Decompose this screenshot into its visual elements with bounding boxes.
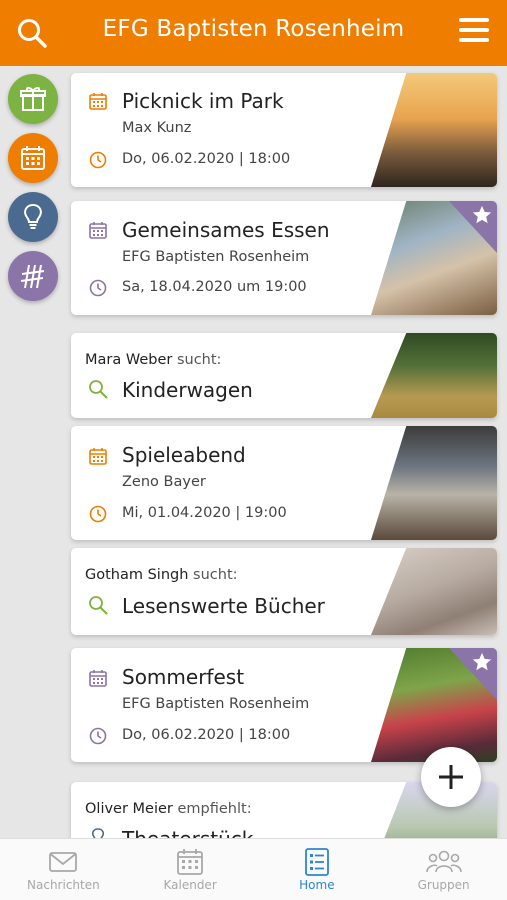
event-title: Sommerfest — [122, 665, 245, 689]
event-card[interactable]: Gemeinsames Essen EFG Baptisten Rosenhei… — [71, 201, 497, 315]
bottom-tab-bar: Nachrichten Kalender Home Gruppen — [0, 838, 507, 900]
event-card[interactable]: Picknick im Park Max Kunz Do, 06.02.2020… — [71, 73, 497, 187]
calendar-icon — [89, 670, 107, 687]
search-verb: sucht: — [176, 352, 222, 368]
clock-icon — [89, 151, 107, 169]
event-title: Gemeinsames Essen — [122, 218, 330, 242]
tab-gruppen[interactable]: Gruppen — [380, 839, 507, 900]
group-icon — [425, 850, 462, 873]
search-person: Gotham Singh sucht: — [85, 567, 238, 583]
plus-icon — [439, 765, 463, 789]
search-card[interactable]: Gotham Singh sucht: Lesenswerte Bücher — [71, 548, 497, 635]
app-header: EFG Baptisten Rosenheim — [0, 0, 507, 66]
star-icon — [472, 205, 492, 224]
event-card[interactable]: Sommerfest EFG Baptisten Rosenheim Do, 0… — [71, 648, 497, 762]
search-verb: sucht: — [193, 567, 238, 583]
search-icon — [89, 380, 108, 399]
search-image — [371, 548, 497, 635]
tab-home[interactable]: Home — [254, 839, 381, 900]
search-person: Mara Weber sucht: — [85, 352, 221, 368]
side-button-calendar[interactable] — [8, 133, 58, 183]
add-button[interactable] — [421, 747, 481, 807]
search-title: Kinderwagen — [122, 378, 253, 402]
event-card[interactable]: Spieleabend Zeno Bayer Mi, 01.04.2020 | … — [71, 426, 497, 540]
person-name: Oliver Meier — [85, 801, 173, 817]
clock-icon — [89, 505, 107, 523]
tab-kalender[interactable]: Kalender — [127, 839, 254, 900]
calendar-icon — [177, 849, 204, 875]
lightbulb-icon — [24, 203, 42, 229]
search-image — [371, 333, 497, 418]
tags-icon — [20, 264, 45, 289]
search-title: Lesenswerte Bücher — [122, 594, 325, 618]
side-button-gifts[interactable] — [8, 74, 58, 124]
event-datetime: Do, 06.02.2020 | 18:00 — [122, 727, 291, 743]
clock-icon — [89, 279, 107, 297]
menu-icon[interactable] — [459, 16, 491, 48]
tab-label: Home — [299, 878, 335, 892]
search-card[interactable]: Mara Weber sucht: Kinderwagen — [71, 333, 497, 418]
person-name: Mara Weber — [85, 352, 173, 368]
calendar-icon — [21, 146, 45, 170]
recommend-person: Oliver Meier empfiehlt: — [85, 801, 252, 817]
event-datetime: Do, 06.02.2020 | 18:00 — [122, 151, 291, 167]
person-name: Gotham Singh — [85, 567, 189, 583]
side-button-tags[interactable] — [8, 251, 58, 301]
recommend-verb: empfiehlt: — [177, 801, 252, 817]
tab-label: Kalender — [163, 878, 217, 892]
clock-icon — [89, 727, 107, 745]
event-organizer: Zeno Bayer — [122, 474, 206, 490]
event-organizer: Max Kunz — [122, 120, 192, 136]
gift-icon — [20, 87, 46, 111]
app-title: EFG Baptisten Rosenheim — [102, 16, 405, 42]
event-title: Picknick im Park — [122, 89, 284, 113]
tab-nachrichten[interactable]: Nachrichten — [0, 839, 127, 900]
event-image — [371, 73, 497, 187]
event-datetime: Mi, 01.04.2020 | 19:00 — [122, 505, 287, 521]
event-image — [371, 426, 497, 540]
tab-label: Gruppen — [417, 878, 470, 892]
search-icon — [89, 596, 108, 615]
calendar-icon — [89, 448, 107, 465]
event-title: Spieleabend — [122, 443, 246, 467]
star-icon — [472, 652, 492, 671]
event-organizer: EFG Baptisten Rosenheim — [122, 696, 310, 712]
side-button-ideas[interactable] — [8, 192, 58, 242]
event-datetime: Sa, 18.04.2020 um 19:00 — [122, 279, 307, 295]
envelope-icon — [49, 852, 78, 872]
event-organizer: EFG Baptisten Rosenheim — [122, 249, 310, 265]
tab-label: Nachrichten — [27, 878, 100, 892]
list-icon — [304, 848, 329, 876]
calendar-icon — [89, 222, 107, 239]
calendar-icon — [89, 93, 107, 110]
